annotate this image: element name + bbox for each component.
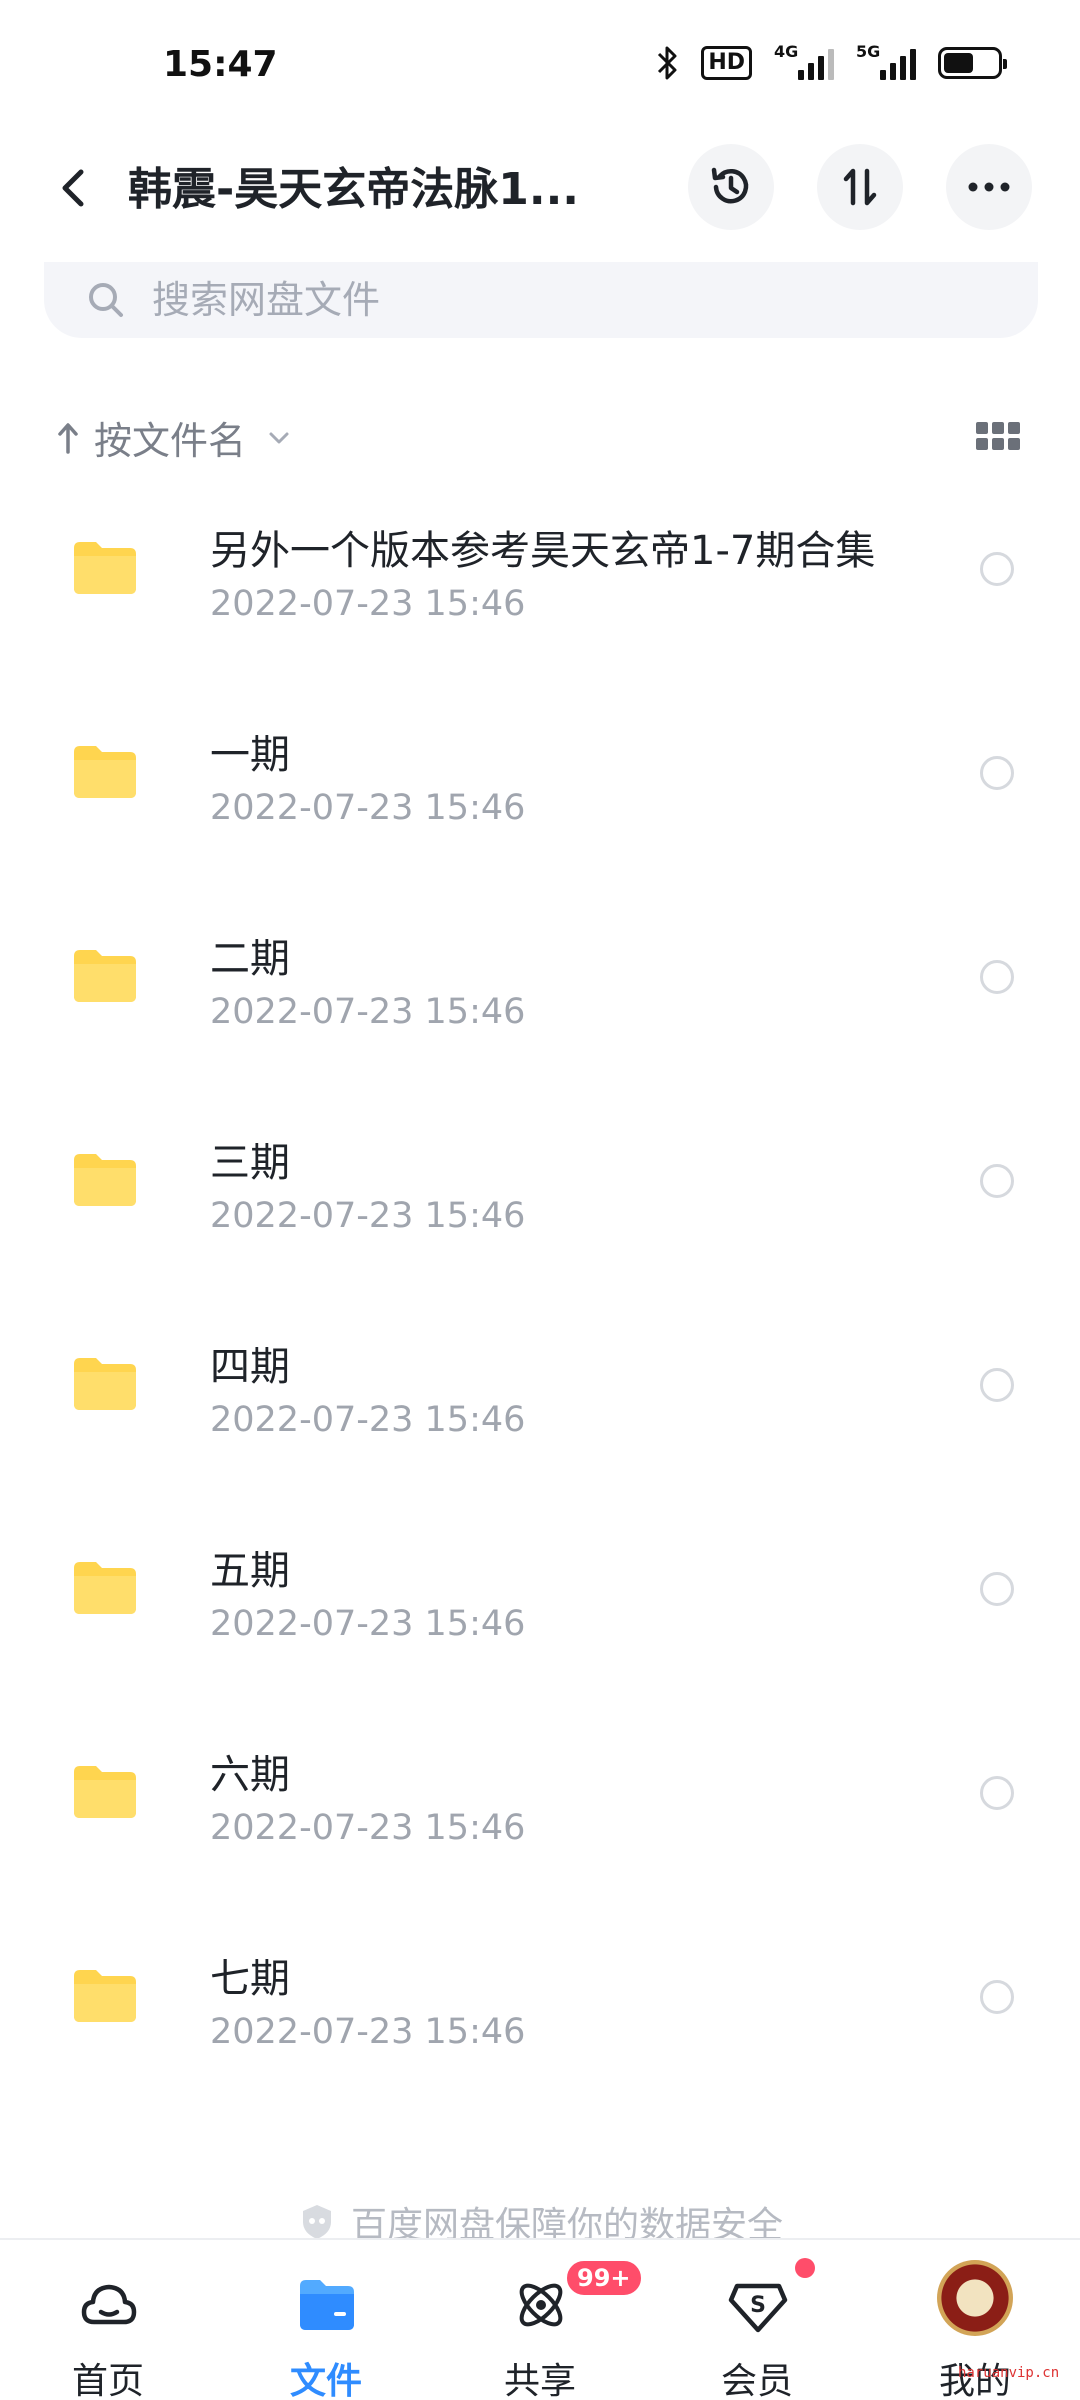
folder-icon	[74, 746, 136, 798]
notification-badge: 99+	[564, 2258, 644, 2298]
tab-vip[interactable]: S 会员	[677, 2240, 837, 2400]
file-row[interactable]: 四期 2022-07-23 15:46	[0, 1316, 1080, 1520]
file-name: 二期	[210, 936, 290, 982]
file-name: 一期	[210, 732, 290, 778]
tab-files[interactable]: 文件	[246, 2240, 406, 2400]
status-bar: 15:47 HD 4G 5G	[0, 0, 1080, 130]
sort-by-name-toggle[interactable]: 按文件名	[56, 410, 292, 465]
file-date: 2022-07-23 15:46	[210, 1604, 526, 1644]
file-date: 2022-07-23 15:46	[210, 2012, 526, 2052]
sort-icon	[843, 168, 877, 206]
folder-icon	[74, 1562, 136, 1614]
file-row[interactable]: 六期 2022-07-23 15:46	[0, 1724, 1080, 1928]
select-radio[interactable]	[980, 1368, 1014, 1402]
search-icon	[89, 283, 123, 317]
select-radio[interactable]	[980, 1164, 1014, 1198]
select-radio[interactable]	[980, 1572, 1014, 1606]
select-radio[interactable]	[980, 756, 1014, 790]
status-icons: HD 4G 5G	[655, 42, 1007, 82]
history-icon	[711, 167, 749, 204]
battery-icon	[938, 47, 1007, 79]
file-row[interactable]: 另外一个版本参考昊天玄帝1-7期合集 2022-07-23 15:46	[0, 500, 1080, 704]
page-title: 韩震-昊天玄帝法脉1...	[128, 164, 580, 215]
cloud-home-icon	[81, 2284, 137, 2325]
folder-icon	[74, 1766, 136, 1818]
file-row[interactable]: 七期 2022-07-23 15:46	[0, 1928, 1080, 2132]
folder-icon	[74, 542, 136, 594]
bluetooth-icon	[658, 46, 677, 80]
tab-bar: 首页 文件 99+ 共享 S 会员 我的	[0, 2238, 1080, 2400]
tab-label: 会员	[720, 2361, 793, 2400]
file-name: 另外一个版本参考昊天玄帝1-7期合集	[210, 528, 876, 574]
folder-icon	[74, 1358, 136, 1410]
file-date: 2022-07-23 15:46	[210, 788, 526, 828]
folder-icon	[74, 950, 136, 1002]
chevron-down-icon	[269, 432, 289, 443]
svg-text:S: S	[750, 2293, 766, 2318]
file-name: 三期	[210, 1140, 290, 1186]
tab-label: 文件	[289, 2361, 362, 2400]
status-time: 15:47	[163, 44, 278, 85]
sort-label: 按文件名	[94, 419, 247, 463]
tab-label: 首页	[71, 2361, 144, 2400]
file-date: 2022-07-23 15:46	[210, 1808, 526, 1848]
notification-dot	[795, 2258, 815, 2278]
back-arrow-icon	[62, 169, 84, 207]
more-button[interactable]	[946, 144, 1032, 230]
select-radio[interactable]	[980, 1980, 1014, 2014]
hd-voice-icon: HD	[701, 46, 752, 80]
tab-share[interactable]: 99+ 共享	[460, 2240, 644, 2400]
baidu-shield-icon	[302, 2205, 331, 2239]
arrow-up-icon	[58, 422, 78, 454]
vip-diamond-icon: S	[728, 2283, 788, 2333]
file-name: 五期	[210, 1548, 290, 1594]
back-button[interactable]	[44, 158, 104, 218]
sort-button[interactable]	[817, 144, 903, 230]
more-icon	[968, 182, 1010, 192]
file-name: 四期	[210, 1344, 290, 1390]
folder-icon	[74, 1154, 136, 1206]
select-radio[interactable]	[980, 1776, 1014, 1810]
avatar	[937, 2260, 1013, 2336]
header: 韩震-昊天玄帝法脉1...	[0, 130, 1080, 250]
sort-bar: 按文件名	[0, 400, 1080, 470]
signal-4g-icon: 4G	[774, 42, 834, 80]
file-name: 七期	[210, 1956, 290, 2002]
grid-view-icon[interactable]	[976, 422, 1020, 452]
folder-icon	[74, 1970, 136, 2022]
file-date: 2022-07-23 15:46	[210, 584, 526, 624]
file-row[interactable]: 五期 2022-07-23 15:46	[0, 1520, 1080, 1724]
file-date: 2022-07-23 15:46	[210, 1196, 526, 1236]
file-row[interactable]: 一期 2022-07-23 15:46	[0, 704, 1080, 908]
file-row[interactable]: 三期 2022-07-23 15:46	[0, 1112, 1080, 1316]
folder-tab-icon	[300, 2280, 354, 2330]
file-list: 另外一个版本参考昊天玄帝1-7期合集 2022-07-23 15:46 一期 2…	[0, 500, 1080, 2132]
signal-5g-icon: 5G	[856, 42, 916, 80]
file-date: 2022-07-23 15:46	[210, 1400, 526, 1440]
search-bar[interactable]	[44, 262, 1038, 338]
file-name: 六期	[210, 1752, 290, 1798]
watermark: haruanvip.cn	[958, 2365, 1060, 2381]
select-radio[interactable]	[980, 552, 1014, 586]
history-button[interactable]	[688, 144, 774, 230]
select-radio[interactable]	[980, 960, 1014, 994]
atom-share-icon	[519, 2283, 563, 2327]
tab-home[interactable]: 首页	[28, 2240, 188, 2400]
search-input[interactable]	[152, 278, 952, 322]
file-date: 2022-07-23 15:46	[210, 992, 526, 1032]
file-row[interactable]: 二期 2022-07-23 15:46	[0, 908, 1080, 1112]
tab-label: 共享	[503, 2361, 576, 2400]
